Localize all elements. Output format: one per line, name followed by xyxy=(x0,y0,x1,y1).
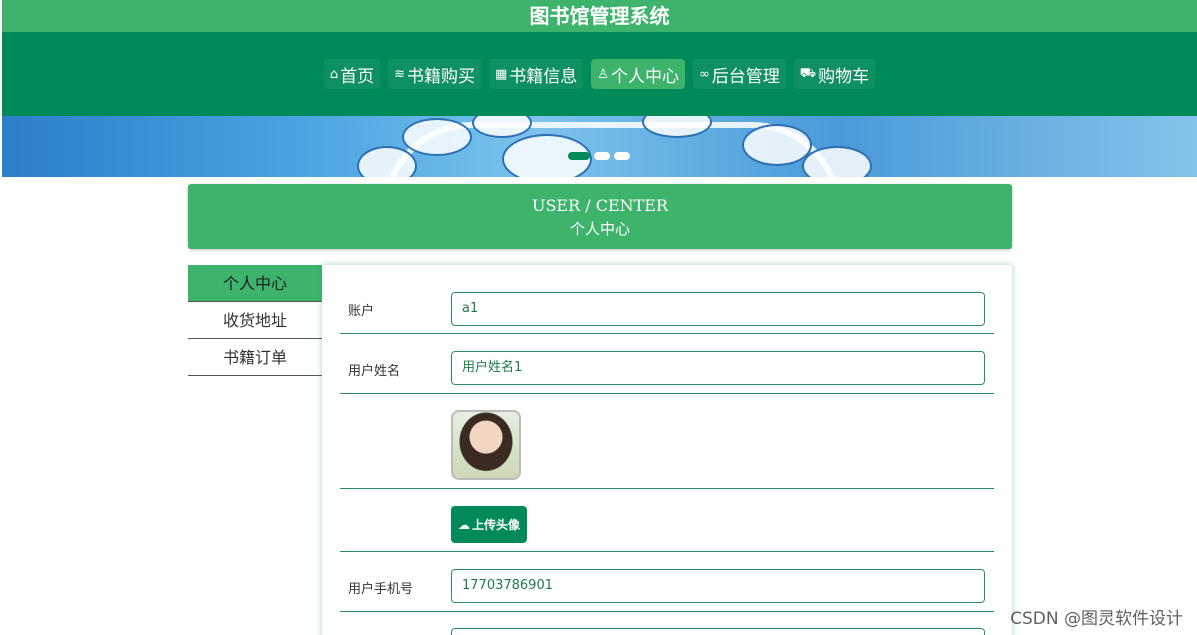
account-label: 账户 xyxy=(348,304,375,319)
nav-item-book-info[interactable]: ▦ 书籍信息 xyxy=(489,59,584,89)
cloud-decoration xyxy=(402,118,472,156)
cloud-decoration xyxy=(742,124,812,166)
name-row: 用户姓名 用户姓名1 xyxy=(340,334,994,394)
avatar xyxy=(451,410,521,480)
cloud-upload-icon: ☁ xyxy=(457,517,470,532)
cart-icon: ⛟ xyxy=(799,65,817,81)
account-field[interactable]: a1 xyxy=(451,292,985,326)
book-info-icon: ▦ xyxy=(495,66,508,82)
nav-item-home[interactable]: ⌂ 首页 xyxy=(323,59,381,89)
nav-label: 后台管理 xyxy=(711,66,780,87)
watermark: CSDN @图灵软件设计 xyxy=(1010,609,1183,629)
section-title-en: USER / CENTER xyxy=(531,196,669,215)
carousel-dot[interactable] xyxy=(568,152,590,160)
section-title-box: USER / CENTER 个人中心 xyxy=(188,184,1012,249)
upload-avatar-label: 上传头像 xyxy=(471,518,520,532)
sidebar-item-shipping-address[interactable]: 收货地址 xyxy=(188,302,322,339)
nav-label: 购物车 xyxy=(818,66,870,87)
phone-row: 用户手机号 17703786901 xyxy=(340,552,994,612)
nav-item-user-center[interactable]: ♙ 个人中心 xyxy=(591,59,685,89)
phone-label: 用户手机号 xyxy=(348,582,414,597)
sidebar-item-user-center[interactable]: 个人中心 xyxy=(188,265,322,302)
nav-item-book-purchase[interactable]: ≋ 书籍购买 xyxy=(388,59,481,89)
banner-carousel xyxy=(2,116,1197,177)
sidebar-item-book-orders[interactable]: 书籍订单 xyxy=(188,339,322,376)
link-icon: ∞ xyxy=(698,66,710,82)
nav-label: 个人中心 xyxy=(610,66,679,87)
cloud-decoration xyxy=(802,146,872,177)
nav-label: 首页 xyxy=(340,66,375,87)
avatar-row xyxy=(340,394,994,489)
main-navbar: ⌂ 首页 ≋ 书籍购买 ▦ 书籍信息 ♙ 个人中心 ∞ 后台管理 ⛟ 购物车 xyxy=(2,32,1197,116)
book-stack-icon: ≋ xyxy=(394,66,405,82)
upload-row: ☁ 上传头像 xyxy=(340,489,994,552)
nav-menu: ⌂ 首页 ≋ 书籍购买 ▦ 书籍信息 ♙ 个人中心 ∞ 后台管理 ⛟ 购物车 xyxy=(2,59,1197,89)
nav-item-admin[interactable]: ∞ 后台管理 xyxy=(692,59,786,89)
carousel-indicators xyxy=(568,152,630,160)
upload-avatar-button[interactable]: ☁ 上传头像 xyxy=(451,506,527,543)
nav-item-cart[interactable]: ⛟ 购物车 xyxy=(793,59,876,89)
profile-form-panel: 账户 a1 用户姓名 用户姓名1 ☁ 上传头像 用户手机号 1770378690… xyxy=(322,265,1012,635)
name-field[interactable]: 用户姓名1 xyxy=(451,351,985,385)
account-row: 账户 a1 xyxy=(340,265,994,334)
app-title: 图书馆管理系统 xyxy=(2,0,1197,32)
phone-field[interactable]: 17703786901 xyxy=(451,569,985,603)
section-title-cn: 个人中心 xyxy=(569,220,630,238)
nav-label: 书籍信息 xyxy=(509,66,578,87)
carousel-dot[interactable] xyxy=(614,152,630,160)
user-icon: ♙ xyxy=(597,66,609,82)
next-field[interactable] xyxy=(451,628,985,635)
name-label: 用户姓名 xyxy=(348,364,401,379)
home-icon: ⌂ xyxy=(329,66,339,82)
carousel-dot[interactable] xyxy=(594,152,610,160)
user-sidebar: 个人中心 收货地址 书籍订单 xyxy=(188,265,322,376)
nav-label: 书籍购买 xyxy=(407,66,475,87)
